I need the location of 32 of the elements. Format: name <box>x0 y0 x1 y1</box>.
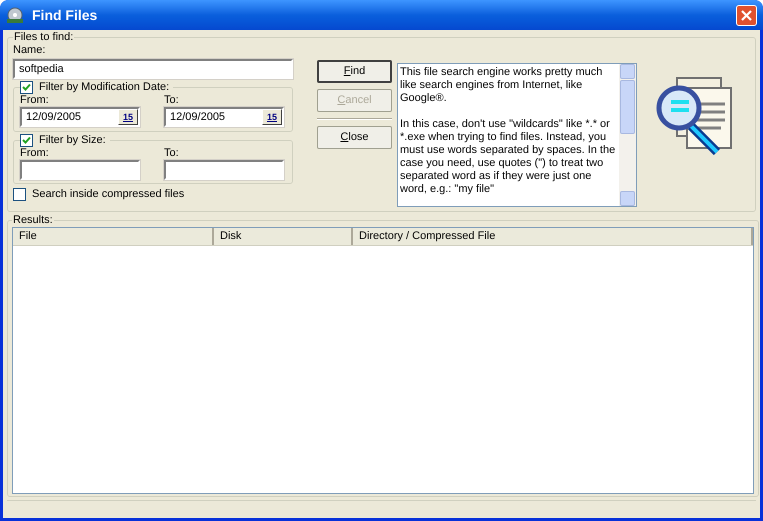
name-field[interactable]: softpedia <box>13 59 293 79</box>
checkbox[interactable] <box>20 134 33 147</box>
date-filter-label: Filter by Modification Date: <box>39 81 170 94</box>
dialog-button[interactable]: Find <box>317 60 392 83</box>
calendar-button[interactable]: 15 <box>118 109 138 125</box>
calendar-button[interactable]: 15 <box>262 109 282 125</box>
help-paragraph: In this case, don't use "wildcards" like *.* or *.exe when trying to find files. Instead, you must use words separated by spaces. In the case you need, use quotes (") to treat two separated word as if they were just one word, e.g.: "my file" <box>400 118 616 196</box>
dialog-button[interactable]: Close <box>317 126 392 149</box>
close-icon <box>741 10 752 20</box>
date-field[interactable]: 12/09/2005 15 <box>164 107 284 127</box>
checkbox[interactable] <box>13 188 26 201</box>
size-field[interactable] <box>20 160 140 180</box>
from-label: From: <box>20 94 50 107</box>
group-label: Results: <box>12 214 54 227</box>
size-filter-label: Filter by Size: <box>39 134 106 147</box>
window-title: Find Files <box>32 8 98 22</box>
column-header[interactable]: Directory / Compressed File <box>353 228 753 245</box>
column-header[interactable]: File <box>13 228 214 245</box>
to-label: To: <box>164 147 180 160</box>
to-label: To: <box>164 94 180 107</box>
help-paragraph: This file search engine works pretty much like search engines from Internet, like Google®. <box>400 66 604 105</box>
app-icon <box>6 6 24 24</box>
size-field[interactable] <box>164 160 284 180</box>
from-label: From: <box>20 147 50 160</box>
compressed-label: Search inside compressed files <box>32 188 184 201</box>
group-label: Files to find: <box>13 31 74 44</box>
checkbox[interactable] <box>20 81 33 94</box>
scrollbar[interactable] <box>619 64 636 206</box>
close-button[interactable] <box>736 4 757 26</box>
name-label: Name: <box>13 44 46 57</box>
column-header[interactable]: Disk <box>214 228 353 245</box>
date-field[interactable]: 12/09/2005 15 <box>20 107 140 127</box>
